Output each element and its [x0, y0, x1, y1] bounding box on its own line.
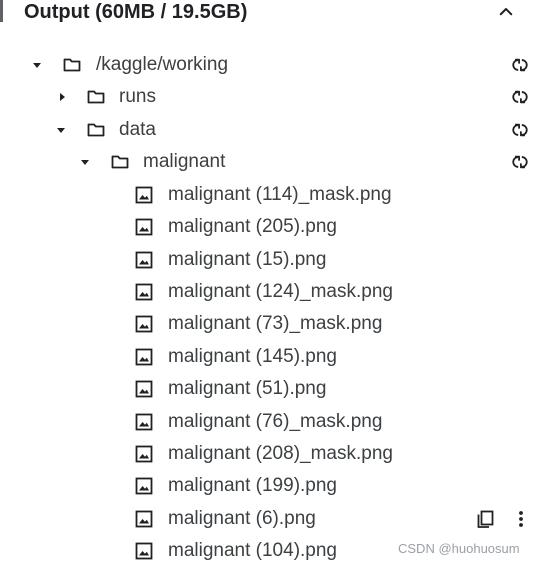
- image-file-icon: [134, 379, 154, 399]
- image-file-icon: [134, 476, 154, 496]
- tree-row-label: runs: [119, 86, 156, 107]
- output-panel-title: Output (60MB / 19.5GB): [24, 1, 248, 23]
- file-row[interactable]: malignant (208)_mask.png: [0, 438, 545, 470]
- file-row[interactable]: malignant (114)_mask.png: [0, 179, 545, 211]
- tree-row-label: data: [119, 119, 156, 140]
- image-file-icon: [134, 347, 154, 367]
- image-file-icon: [134, 185, 154, 205]
- image-file-icon: [134, 314, 154, 334]
- tree-row-label: malignant: [143, 151, 226, 172]
- caret-right-icon[interactable]: [55, 90, 69, 104]
- folder-icon: [86, 87, 106, 107]
- file-row[interactable]: malignant (51).png: [0, 373, 545, 405]
- image-file-icon: [134, 250, 154, 270]
- file-name: malignant (208)_mask.png: [168, 443, 393, 464]
- collapse-button[interactable]: [494, 0, 518, 24]
- file-row[interactable]: malignant (199).png: [0, 470, 545, 502]
- tree-row-kaggle-working[interactable]: /kaggle/working: [0, 49, 545, 81]
- refresh-icon[interactable]: [510, 55, 530, 75]
- file-row[interactable]: malignant (73)_mask.png: [0, 308, 545, 340]
- file-name: malignant (51).png: [168, 378, 327, 399]
- refresh-icon[interactable]: [510, 120, 530, 140]
- copy-path-button[interactable]: [475, 509, 495, 529]
- file-name: malignant (104).png: [168, 540, 337, 561]
- more-options-button[interactable]: [511, 509, 531, 529]
- file-name: malignant (124)_mask.png: [168, 281, 393, 302]
- image-file-icon: [134, 541, 154, 561]
- file-name: malignant (15).png: [168, 249, 327, 270]
- caret-down-icon[interactable]: [30, 58, 44, 72]
- tree-row-runs[interactable]: runs: [0, 81, 545, 113]
- file-name: malignant (205).png: [168, 216, 337, 237]
- image-file-icon: [134, 412, 154, 432]
- folder-icon: [62, 55, 82, 75]
- copy-icon: [477, 510, 494, 528]
- file-name: malignant (73)_mask.png: [168, 313, 383, 334]
- caret-down-icon[interactable]: [54, 123, 68, 137]
- image-file-icon: [134, 282, 154, 302]
- image-file-icon: [134, 444, 154, 464]
- file-row[interactable]: malignant (76)_mask.png: [0, 406, 545, 438]
- image-file-icon: [134, 217, 154, 237]
- file-name: malignant (6).png: [168, 508, 316, 529]
- folder-icon: [110, 152, 130, 172]
- file-row[interactable]: malignant (124)_mask.png: [0, 276, 545, 308]
- file-name: malignant (114)_mask.png: [168, 184, 392, 205]
- watermark: CSDN @huohuosum: [398, 540, 520, 558]
- file-row-hovered[interactable]: malignant (6).png: [0, 503, 545, 535]
- file-row[interactable]: malignant (145).png: [0, 341, 545, 373]
- refresh-icon[interactable]: [510, 87, 530, 107]
- refresh-icon[interactable]: [510, 152, 530, 172]
- chevron-up-icon: [499, 8, 513, 16]
- output-panel-header: Output (60MB / 19.5GB): [0, 0, 545, 28]
- image-file-icon: [134, 509, 154, 529]
- file-row[interactable]: malignant (205).png: [0, 211, 545, 243]
- caret-down-icon[interactable]: [78, 155, 92, 169]
- more-vert-icon: [519, 511, 523, 527]
- file-name: malignant (199).png: [168, 475, 337, 496]
- tree-row-malignant[interactable]: malignant: [0, 146, 545, 178]
- file-row[interactable]: malignant (15).png: [0, 244, 545, 276]
- tree-row-data[interactable]: data: [0, 114, 545, 146]
- folder-icon: [86, 120, 106, 140]
- file-name: malignant (76)_mask.png: [168, 411, 383, 432]
- tree-row-label: /kaggle/working: [96, 54, 229, 75]
- file-name: malignant (145).png: [168, 346, 337, 367]
